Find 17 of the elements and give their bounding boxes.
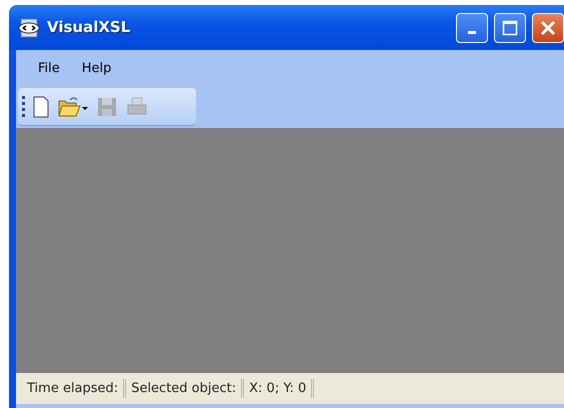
status-text: X: 0; Y: 0: [244, 378, 314, 398]
printer-icon: [126, 96, 148, 118]
window-title: VisualXSL: [47, 17, 130, 38]
status-text: Time elapsed:: [22, 378, 126, 398]
close-button[interactable]: [532, 12, 564, 42]
menu-item[interactable]: Help: [82, 58, 112, 78]
new-file-icon: [32, 96, 50, 118]
status-text: Selected object:: [126, 378, 244, 398]
menu-item[interactable]: File: [38, 58, 60, 78]
app-icon: [17, 18, 41, 38]
open-folder-icon: [58, 96, 88, 118]
maximize-icon: [502, 20, 518, 36]
maximize-button[interactable]: [494, 12, 526, 42]
minimize-button[interactable]: [456, 12, 488, 42]
close-icon: [540, 20, 556, 36]
grip-icon: [22, 94, 26, 118]
minimize-icon: [468, 31, 476, 34]
